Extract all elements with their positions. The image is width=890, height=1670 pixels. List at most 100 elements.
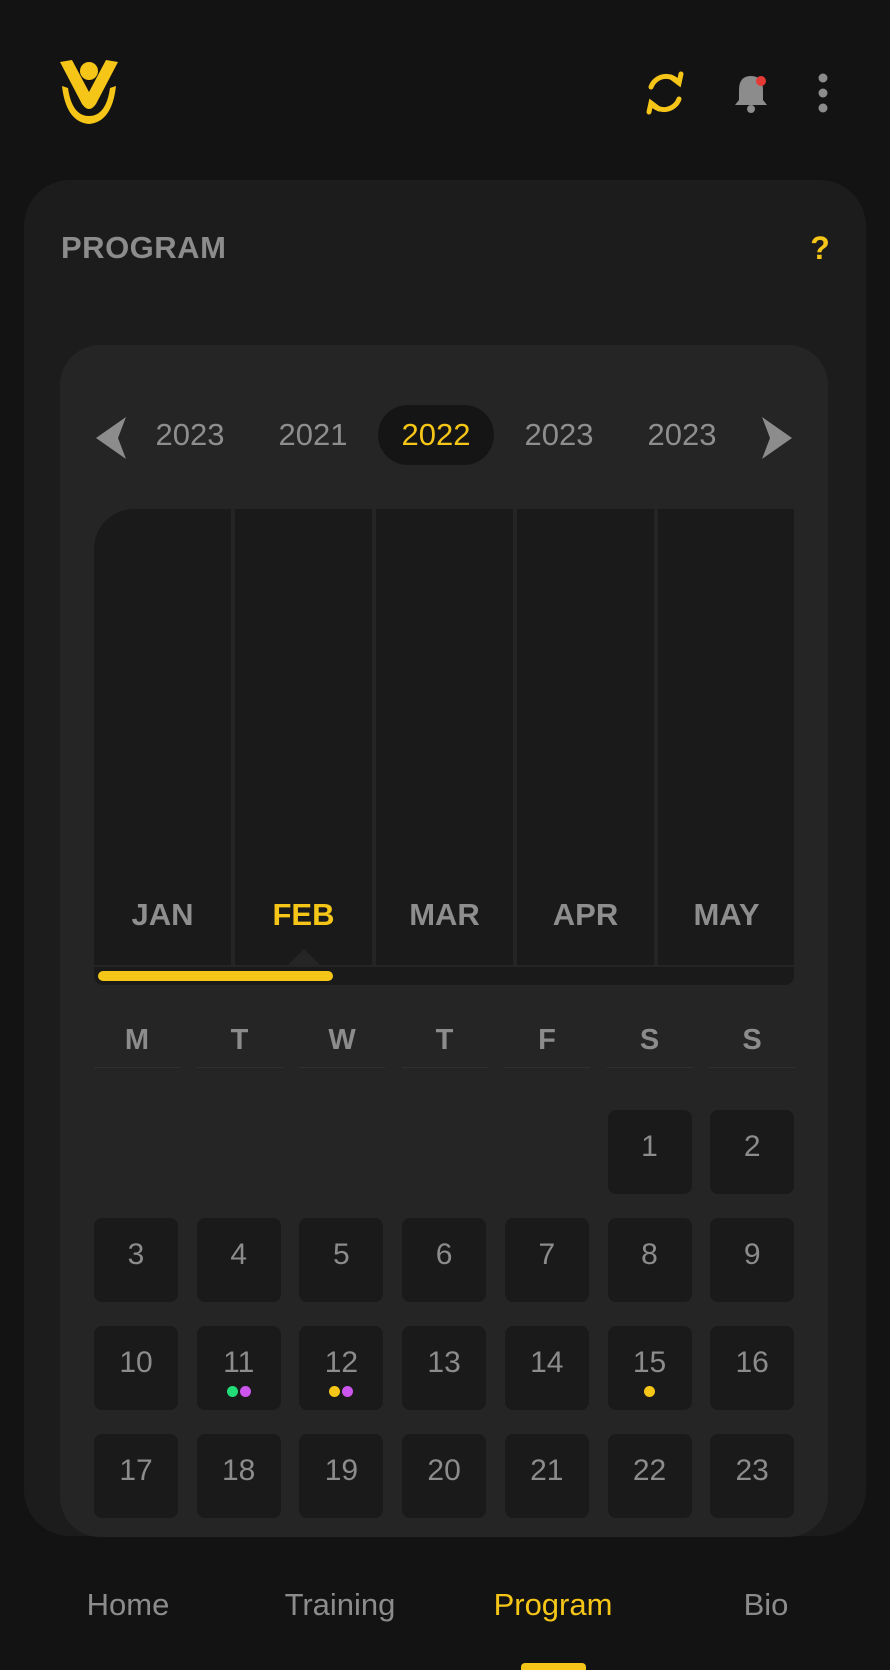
day-number: 22 — [632, 1454, 667, 1487]
month-column-apr[interactable]: APR — [517, 509, 654, 965]
event-dot — [342, 1386, 354, 1397]
nav-item-program[interactable]: Program — [463, 1580, 643, 1630]
calendar-day[interactable]: 13 — [402, 1326, 487, 1410]
month-selector: JAN FEB MAR APR MAY — [94, 509, 794, 965]
year-option[interactable]: 2023 — [624, 405, 740, 465]
year-option[interactable]: 2023 — [501, 405, 617, 465]
calendar-day[interactable]: 17 — [94, 1434, 178, 1518]
app-header — [0, 0, 890, 180]
event-dot — [239, 1386, 251, 1397]
calendar-day[interactable]: 9 — [710, 1218, 795, 1302]
nav-item-training[interactable]: Training — [250, 1580, 430, 1630]
nav-active-indicator — [521, 1663, 586, 1670]
notification-dot — [756, 76, 766, 86]
day-number: 6 — [435, 1238, 453, 1271]
calendar-day[interactable]: 6 — [402, 1218, 487, 1302]
year-option[interactable]: 2023 — [132, 405, 248, 465]
chevron-right-icon[interactable] — [754, 413, 798, 463]
day-number: 11 — [223, 1346, 255, 1379]
calendar-day[interactable]: 10 — [94, 1326, 178, 1410]
day-number: 1 — [641, 1130, 658, 1163]
month-label: APR — [552, 897, 619, 932]
weekday-label: S — [709, 1015, 795, 1068]
bell-icon[interactable] — [726, 68, 776, 118]
chevron-left-icon[interactable] — [90, 413, 134, 463]
weekday-label: T — [196, 1015, 283, 1068]
day-number: 23 — [735, 1454, 769, 1487]
calendar-day[interactable]: 23 — [710, 1434, 795, 1518]
month-caret — [287, 949, 320, 965]
calendar-day[interactable]: 1 — [607, 1110, 692, 1194]
day-number: 5 — [333, 1238, 350, 1271]
weekday-label: W — [299, 1015, 385, 1068]
calendar-day[interactable]: 21 — [504, 1434, 589, 1518]
day-number: 12 — [324, 1346, 359, 1379]
event-dot — [226, 1386, 238, 1397]
app-logo-icon — [58, 58, 120, 128]
calendar-day[interactable]: 20 — [402, 1434, 487, 1518]
calendar-day[interactable]: 18 — [196, 1434, 281, 1518]
day-number: 19 — [324, 1454, 359, 1487]
weekday-label: M — [94, 1015, 180, 1068]
weekday-label: S — [606, 1015, 693, 1068]
month-label: MAR — [409, 897, 480, 932]
calendar-day[interactable]: 11 — [196, 1326, 281, 1410]
day-number: 14 — [530, 1346, 564, 1379]
year-selector: 2023 2021 2022 2023 2023 — [60, 405, 828, 475]
weekday-header: MTWTFSS — [94, 1015, 795, 1075]
calendar-day[interactable]: 4 — [196, 1218, 281, 1302]
year-option[interactable]: 2021 — [255, 405, 371, 465]
month-progress-fill — [98, 971, 333, 981]
month-column-may[interactable]: MAY — [658, 509, 794, 965]
day-number: 17 — [119, 1454, 153, 1487]
calendar-day[interactable]: 7 — [504, 1218, 589, 1302]
weekday-label: T — [401, 1015, 488, 1068]
calendar-day[interactable]: 5 — [299, 1218, 384, 1302]
day-number: 2 — [743, 1130, 761, 1163]
refresh-icon[interactable] — [640, 68, 690, 118]
event-dots — [197, 1386, 281, 1398]
calendar-day[interactable]: 12 — [299, 1326, 384, 1410]
day-number: 21 — [530, 1454, 564, 1487]
event-dots — [608, 1386, 692, 1398]
day-number: 3 — [127, 1238, 145, 1271]
event-dots — [299, 1386, 383, 1398]
more-vertical-icon[interactable] — [798, 68, 848, 118]
calendar-day[interactable]: 3 — [94, 1218, 178, 1302]
page-title: PROGRAM — [61, 230, 227, 265]
day-number: 4 — [230, 1238, 248, 1271]
day-number: 20 — [427, 1454, 461, 1487]
day-number: 9 — [743, 1238, 761, 1271]
day-number: 8 — [641, 1238, 658, 1271]
month-label: MAY — [693, 897, 760, 932]
month-label: FEB — [272, 897, 335, 932]
calendar-day[interactable]: 22 — [607, 1434, 692, 1518]
month-column-jan[interactable]: JAN — [94, 509, 231, 965]
event-dot — [329, 1386, 341, 1397]
calendar-panel: 2023 2021 2022 2023 2023 JAN FEB MAR APR MAY MTW… — [60, 345, 828, 1537]
day-number: 10 — [119, 1346, 153, 1379]
calendar-day[interactable]: 16 — [710, 1326, 795, 1410]
month-label: JAN — [131, 897, 194, 932]
calendar-grid: 1 2 3 4 5 6 7 8 9 10 11 12 13 14 15 16 17 18 19 20 21 22 23 — [94, 1110, 795, 1530]
month-progress-bar — [94, 967, 794, 985]
day-number: 7 — [538, 1238, 556, 1271]
day-number: 18 — [222, 1454, 256, 1487]
month-column-mar[interactable]: MAR — [376, 509, 513, 965]
day-number: 15 — [632, 1346, 667, 1379]
help-icon[interactable]: ? — [806, 230, 834, 270]
day-number: 13 — [427, 1346, 461, 1379]
calendar-day[interactable]: 8 — [607, 1218, 692, 1302]
bottom-navigation: Home Training Program Bio — [0, 1560, 890, 1670]
calendar-day[interactable]: 14 — [504, 1326, 589, 1410]
calendar-day[interactable]: 2 — [710, 1110, 795, 1194]
calendar-day[interactable]: 19 — [299, 1434, 384, 1518]
nav-item-bio[interactable]: Bio — [676, 1580, 856, 1630]
calendar-day[interactable]: 15 — [607, 1326, 692, 1410]
month-column-feb[interactable]: FEB — [235, 509, 372, 965]
event-dot — [644, 1386, 655, 1397]
year-option[interactable]: 2022 — [378, 405, 494, 465]
nav-item-home[interactable]: Home — [38, 1580, 218, 1630]
day-number: 16 — [735, 1346, 769, 1379]
weekday-label: F — [504, 1015, 590, 1068]
